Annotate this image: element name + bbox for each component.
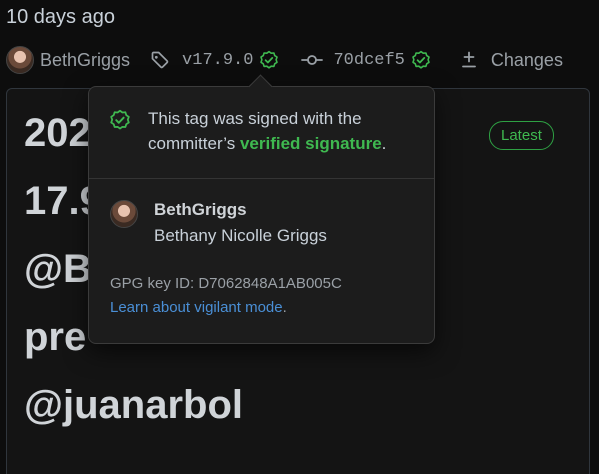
changes-link[interactable]: Changes [491, 50, 563, 71]
popover-arrow [248, 74, 273, 99]
tag-link[interactable]: v17.9.0 [182, 51, 253, 70]
vigilant-mode-link[interactable]: Learn about vigilant mode [110, 299, 283, 316]
signer-login[interactable]: BethGriggs [154, 200, 247, 220]
release-page: 10 days ago BethGriggs v17.9.0 70dcef5 C… [0, 0, 599, 474]
tag-icon [151, 51, 169, 69]
vigilant-mode-line: Learn about vigilant mode. [110, 299, 287, 316]
release-meta: BethGriggs v17.9.0 70dcef5 Changes [6, 44, 599, 76]
signer-full-name: Bethany Nicolle Griggs [154, 226, 327, 245]
signer-avatar[interactable] [110, 200, 138, 228]
verified-signature-label: verified signature [239, 134, 382, 153]
commit-link[interactable]: 70dcef5 [333, 51, 404, 70]
verified-check-icon[interactable] [259, 50, 279, 70]
popover-divider [89, 178, 434, 179]
verified-check-icon[interactable] [411, 50, 431, 70]
release-time: 10 days ago [6, 6, 115, 28]
signature-popover: This tag was signed with the committer’s… [88, 74, 435, 344]
verified-check-icon [110, 109, 130, 130]
signature-message-period: . [381, 134, 387, 153]
vigilant-mode-period: . [282, 299, 287, 316]
author-avatar[interactable] [6, 46, 34, 74]
latest-badge: Latest [489, 121, 554, 150]
gpg-key-id: GPG key ID: D7062848A1AB005C [110, 275, 342, 292]
diff-icon [461, 51, 476, 68]
commit-icon [301, 55, 324, 65]
signature-message: This tag was signed with the committer’s… [148, 106, 418, 156]
author-link[interactable]: BethGriggs [40, 50, 130, 71]
